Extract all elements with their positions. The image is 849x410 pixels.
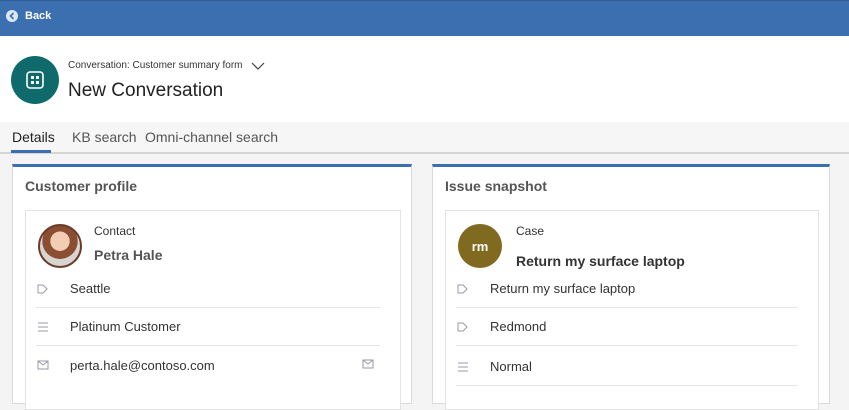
case-tile[interactable]: rm Case Return my surface laptop Return … [445, 210, 819, 410]
active-tab-indicator [11, 150, 51, 153]
email-icon [36, 359, 50, 371]
back-button[interactable]: Back [6, 10, 51, 22]
contact-email-row: perta.hale@contoso.com [36, 346, 380, 384]
tab-details[interactable]: Details [12, 129, 55, 145]
contact-email[interactable]: perta.hale@contoso.com [70, 358, 215, 373]
case-type-label: Case [516, 224, 545, 238]
back-label: Back [25, 10, 52, 22]
address-icon [456, 321, 470, 333]
card-title: Customer profile [25, 178, 138, 194]
tab-omni-channel-search[interactable]: Omni-channel search [145, 129, 278, 145]
contact-tile[interactable]: Contact Petra Hale Seattle Platinum Cust… [25, 210, 401, 410]
tab-kb-search[interactable]: KB search [72, 129, 137, 145]
case-location-row: Redmond [456, 308, 798, 346]
contact-name: Petra Hale [94, 247, 163, 263]
contact-tier: Platinum Customer [70, 319, 181, 334]
contact-avatar [38, 224, 82, 268]
case-avatar: rm [458, 224, 502, 268]
form-selector[interactable]: Conversation: Customer summary form [68, 60, 265, 71]
top-bar: Back [0, 0, 849, 36]
case-title: Return my surface laptop [516, 253, 685, 269]
case-subject-row: Return my surface laptop [456, 270, 798, 308]
contact-type-label: Contact [94, 224, 136, 238]
chevron-down-icon [251, 62, 264, 70]
tab-bar: Details KB search Omni-channel search [0, 122, 849, 154]
card-title: Issue snapshot [445, 178, 547, 194]
send-email-icon[interactable] [362, 359, 374, 372]
case-priority: Normal [490, 359, 532, 374]
back-arrow-icon [6, 10, 18, 22]
case-subject: Return my surface laptop [490, 281, 636, 296]
issue-snapshot-card: Issue snapshot rm Case Return my surface… [432, 164, 830, 410]
contact-address-row: Seattle [36, 270, 380, 308]
form-name-label: Conversation: Customer summary form [68, 60, 243, 71]
case-location: Redmond [490, 319, 547, 334]
address-icon [456, 283, 470, 295]
contact-tier-row: Platinum Customer [36, 308, 380, 346]
contact-city: Seattle [70, 281, 111, 296]
form-header: Conversation: Customer summary form New … [0, 36, 849, 122]
case-priority-row: Normal [456, 348, 798, 386]
customer-profile-card: Customer profile Contact Petra Hale Seat… [12, 164, 412, 410]
page-title: New Conversation [68, 80, 224, 101]
list-icon [36, 321, 50, 333]
conversation-entity-icon [11, 56, 59, 104]
list-icon [456, 361, 470, 373]
address-icon [36, 283, 50, 295]
